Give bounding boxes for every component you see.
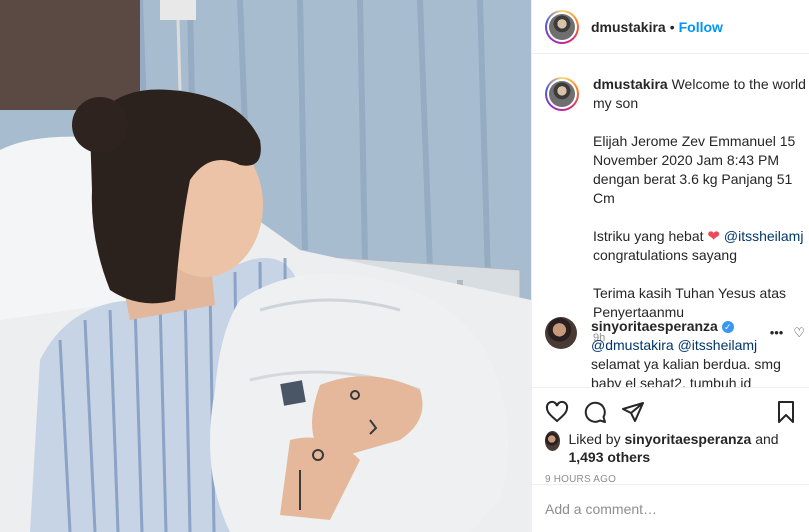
bookmark-icon[interactable]: [774, 400, 798, 424]
post-side-panel: dmustakira • Follow dmustakira Welcome t…: [531, 0, 809, 532]
instagram-post: dmustakira • Follow dmustakira Welcome t…: [0, 0, 809, 532]
comment-mention-2[interactable]: @itssheilamj: [678, 337, 758, 353]
author-avatar[interactable]: [545, 9, 579, 44]
post-header: dmustakira • Follow: [532, 0, 809, 54]
add-comment-input[interactable]: Add a comment…: [532, 484, 809, 532]
comment-like-heart-icon[interactable]: ♡: [793, 325, 805, 341]
caption-line-2: Elijah Jerome Zev Emmanuel 15 November 2…: [593, 133, 796, 206]
author-avatar-image: [549, 13, 575, 40]
comment-mention-1[interactable]: @dmustakira: [591, 337, 674, 353]
comment-item: sinyoritaesperanza ✓ @dmustakira @itsshe…: [545, 317, 807, 387]
separator-dot: •: [669, 18, 675, 35]
comments-section[interactable]: dmustakira Welcome to the world my son E…: [532, 55, 809, 387]
likes-summary: Liked by sinyoritaesperanza and 1,493 ot…: [532, 430, 809, 466]
likes-prefix: Liked by: [568, 431, 621, 447]
photo-illustration: [0, 0, 531, 532]
post-timestamp[interactable]: 9 HOURS AGO: [532, 466, 809, 485]
post-caption: dmustakira Welcome to the world my son E…: [545, 75, 807, 348]
action-bar: [532, 388, 809, 428]
follow-button[interactable]: Follow: [679, 19, 723, 35]
caption-avatar[interactable]: [545, 77, 579, 111]
liker-avatar[interactable]: [545, 431, 561, 451]
commenter-username[interactable]: sinyoritaesperanza: [591, 318, 718, 334]
share-icon[interactable]: [621, 400, 645, 424]
caption-mention[interactable]: @itssheilamj: [724, 228, 804, 244]
liker-username[interactable]: sinyoritaesperanza: [625, 431, 752, 447]
caption-line-3-suffix: congratulations sayang: [593, 247, 737, 263]
comment-text: selamat ya kalian berdua. smg baby el se…: [591, 356, 781, 387]
likes-others-count[interactable]: 1,493 others: [568, 449, 650, 465]
post-photo[interactable]: [0, 0, 531, 532]
verified-icon: ✓: [721, 321, 734, 333]
post-footer: Liked by sinyoritaesperanza and 1,493 ot…: [532, 387, 809, 532]
heart-icon[interactable]: [545, 400, 569, 424]
commenter-avatar[interactable]: [545, 317, 577, 349]
likes-and: and: [755, 431, 779, 447]
comment-icon[interactable]: [583, 400, 607, 424]
heart-emoji-icon: ❤: [707, 228, 720, 245]
caption-line-3-prefix: Istriku yang hebat: [593, 228, 704, 244]
caption-username[interactable]: dmustakira: [593, 76, 668, 92]
author-username[interactable]: dmustakira: [591, 19, 666, 35]
more-icon[interactable]: •••: [770, 325, 784, 341]
